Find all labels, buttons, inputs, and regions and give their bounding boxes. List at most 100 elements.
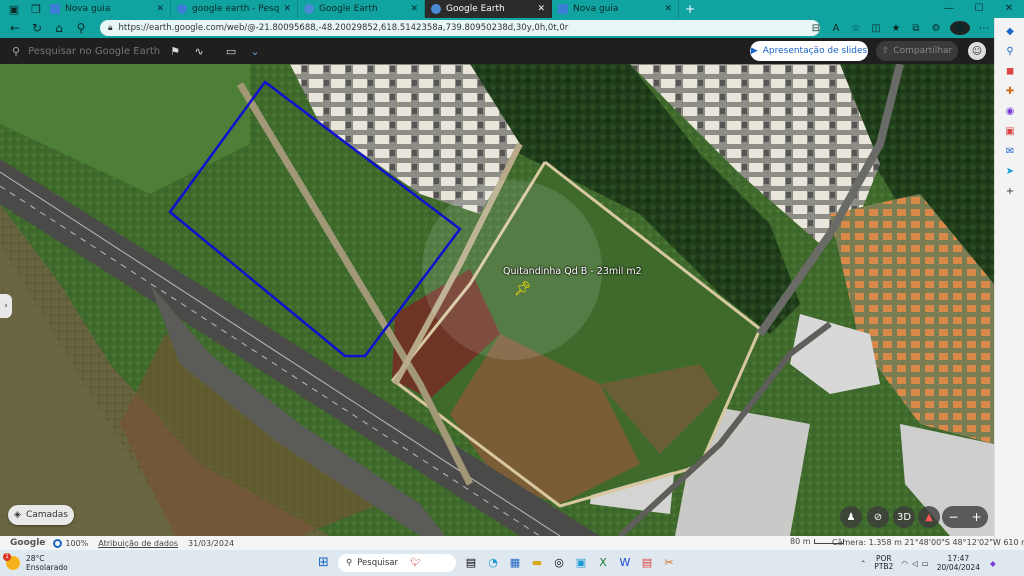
reading-mode-icon[interactable]: ⊟	[806, 23, 826, 34]
share-button[interactable]: ⇪ Compartilhar	[876, 41, 958, 61]
workspaces-icon[interactable]: ▣	[6, 1, 22, 17]
edge-sidebar: ◆ ⚲ ◼ ✚ ◉ ▣ ✉ ➤ +	[994, 18, 1024, 550]
close-tab-icon[interactable]: ✕	[410, 4, 418, 14]
tools-icon[interactable]: ✚	[995, 82, 1024, 102]
account-icon[interactable]: ☺	[968, 42, 986, 60]
satellite-map[interactable]: Quitandinha Qd B - 23mil m2 📌︎ › ◈ Camad…	[0, 64, 994, 536]
tab-4-active[interactable]: Google Earth ✕	[425, 0, 552, 18]
taskbar-search[interactable]: ⚲ Pesquisar 🐦︎	[338, 554, 456, 572]
word-icon[interactable]: W	[614, 552, 636, 574]
more-menu-icon[interactable]: ⋯	[974, 23, 994, 34]
tab-3[interactable]: Google Earth ✕	[298, 0, 425, 18]
office-icon[interactable]: ▣	[995, 122, 1024, 142]
search-icon: ⚲	[346, 558, 353, 568]
clock[interactable]: 17:47 20/04/2024	[937, 554, 980, 572]
snipping-icon[interactable]: ✂	[658, 552, 680, 574]
tab-1[interactable]: Nova guia ✕	[44, 0, 171, 18]
layers-icon: ◈	[14, 510, 21, 520]
close-tab-icon[interactable]: ✕	[537, 4, 545, 14]
path-tool-icon[interactable]: ∿	[187, 45, 211, 58]
pegman-icon[interactable]: ♟	[840, 506, 862, 528]
tray-chevron-icon[interactable]: ⌃	[860, 559, 866, 568]
layers-button[interactable]: ◈ Camadas	[8, 505, 74, 525]
minimize-icon[interactable]: —	[934, 0, 964, 18]
shopping-icon[interactable]: ◼	[995, 62, 1024, 82]
search-icon: ⚲	[12, 44, 21, 58]
close-tab-icon[interactable]: ✕	[156, 4, 164, 14]
collections-icon[interactable]: ⧉	[906, 23, 926, 34]
profile-avatar[interactable]: ☻	[950, 21, 970, 35]
close-tab-icon[interactable]: ✕	[664, 4, 672, 14]
earth-search-input[interactable]	[28, 45, 164, 57]
slideshow-button[interactable]: ▶ Apresentação de slides	[750, 41, 868, 61]
copilot-taskbar-icon[interactable]: ◆	[990, 559, 996, 568]
url-field[interactable]: 🔒︎ https://earth.google.com/web/@-21.800…	[100, 20, 820, 36]
yellow-pushpin-icon[interactable]: 📌︎	[514, 282, 532, 296]
tab-actions-icon[interactable]: ❐	[28, 1, 44, 17]
zoom-controls: − +	[942, 506, 988, 528]
refresh-icon[interactable]: ↻	[26, 21, 48, 35]
earth-favicon-icon	[431, 4, 441, 14]
tab-5[interactable]: Nova guia ✕	[552, 0, 679, 18]
tab-favicon-icon	[558, 4, 568, 14]
placemark-tool-icon[interactable]: ⚑	[163, 45, 187, 58]
favorite-star-icon[interactable]: ☆	[846, 23, 866, 34]
add-sidebar-icon[interactable]: +	[995, 182, 1024, 202]
pdf-icon[interactable]: ▤	[636, 552, 658, 574]
placemark-label[interactable]: Quitandinha Qd B - 23mil m2	[503, 266, 642, 277]
earth-favicon-icon	[304, 4, 314, 14]
slideshow-icon: ▶	[750, 46, 758, 56]
tab-favicon-icon	[177, 4, 187, 14]
home-icon[interactable]: ⌂	[48, 21, 70, 35]
split-screen-icon[interactable]: ◫	[866, 23, 886, 34]
imagery-date: 31/03/2024	[188, 538, 235, 548]
back-icon[interactable]: ←	[4, 21, 26, 35]
system-tray: ⌃ POR PTB2 ◠ ◁ ▭ 17:47 20/04/2024 ◆	[860, 552, 996, 574]
send-icon[interactable]: ➤	[995, 162, 1024, 182]
camera-readout: Câmera: 1.358 m 21°48'00"S 48°12'02"W 61…	[832, 538, 1024, 547]
temperature: 28°C	[26, 554, 45, 563]
toggle-3d-button[interactable]: 3D	[893, 506, 915, 528]
language-indicator[interactable]: POR PTB2	[874, 555, 893, 571]
expand-panel-handle[interactable]: ›	[0, 294, 12, 318]
wifi-icon[interactable]: ◠	[901, 559, 908, 568]
weather-condition: Ensolarado	[26, 563, 68, 572]
close-window-icon[interactable]: ✕	[994, 0, 1024, 18]
weather-widget[interactable]: 1 28°C Ensolarado	[3, 553, 68, 572]
photos-icon[interactable]: ▣	[570, 552, 592, 574]
earth-search[interactable]: ⚲	[12, 44, 164, 58]
dell-icon[interactable]: ◎	[548, 552, 570, 574]
search-icon[interactable]: ⚲	[995, 42, 1024, 62]
read-aloud-icon[interactable]: A	[826, 23, 846, 34]
extensions-icon[interactable]: ⚙	[926, 23, 946, 34]
ruler-tool-icon[interactable]: ▭	[219, 45, 243, 58]
zoom-out-icon[interactable]: −	[942, 506, 965, 528]
outlook-icon[interactable]: ✉	[995, 142, 1024, 162]
volume-icon[interactable]: ◁	[912, 559, 918, 568]
windows-start-icon[interactable]: ⊞	[318, 556, 332, 570]
data-attribution-link[interactable]: Atribuição de dados	[98, 539, 178, 548]
new-tab-icon[interactable]: +	[685, 2, 695, 16]
edge-icon[interactable]: ◔	[482, 552, 504, 574]
battery-icon[interactable]: ▭	[922, 559, 929, 568]
zoom-level: 100%	[65, 538, 89, 548]
excel-icon[interactable]: X	[592, 552, 614, 574]
rotate-off-icon[interactable]: ⊘	[867, 506, 889, 528]
copilot-icon[interactable]: ◆	[995, 22, 1024, 42]
map-imagery	[0, 64, 994, 536]
compass-icon[interactable]: ▲	[918, 506, 940, 528]
task-view-icon[interactable]: ▤	[460, 552, 482, 574]
close-tab-icon[interactable]: ✕	[283, 4, 291, 14]
chevron-down-icon[interactable]: ⌄	[243, 45, 267, 58]
earth-toolbar: ⚲ ⚑ ∿ ▭ ⌄ ▶ Apresentação de slides ⇪ Com…	[0, 38, 994, 64]
zoom-in-icon[interactable]: +	[965, 506, 988, 528]
site-info-icon[interactable]: 🔒︎	[108, 23, 113, 33]
bird-icon: 🐦︎	[410, 558, 421, 568]
favorites-icon[interactable]: ★	[886, 23, 906, 34]
search-icon[interactable]: ⚲	[70, 21, 92, 35]
maximize-icon[interactable]: ☐	[964, 0, 994, 18]
files-icon[interactable]: ▬	[526, 552, 548, 574]
tab-2[interactable]: google earth - Pesquisar ✕	[171, 0, 298, 18]
games-icon[interactable]: ◉	[995, 102, 1024, 122]
store-icon[interactable]: ▦	[504, 552, 526, 574]
